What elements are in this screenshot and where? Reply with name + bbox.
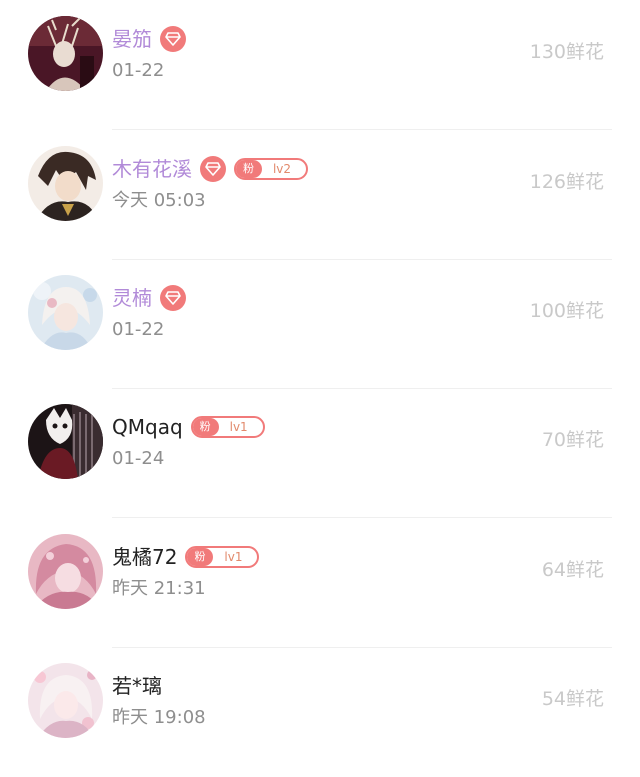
flower-count: 100鲜花 <box>529 300 604 322</box>
avatar-portrait-icon <box>28 663 103 738</box>
diamond-vip-icon <box>160 26 186 52</box>
avatar-portrait-icon <box>28 534 103 609</box>
fan-badge: 粉 lv1 <box>190 416 265 438</box>
list-item[interactable]: 晏笳 01-22 130鲜花 <box>0 0 640 130</box>
gift-time: 昨天 21:31 <box>112 578 206 599</box>
diamond-vip-icon <box>160 285 186 311</box>
list-item[interactable]: 若*璃 昨天 19:08 54鲜花 <box>0 647 640 777</box>
flower-count: 54鲜花 <box>541 688 604 710</box>
user-name[interactable]: 晏笳 <box>112 22 152 56</box>
user-avatar[interactable] <box>28 146 103 221</box>
gift-time: 昨天 19:08 <box>112 707 206 728</box>
list-item[interactable]: 鬼橘72 粉 lv1 昨天 21:31 64鲜花 <box>0 518 640 648</box>
flower-count: 64鲜花 <box>541 559 604 581</box>
list-item[interactable]: 灵楠 01-22 100鲜花 <box>0 259 640 389</box>
fan-badge: 粉 lv1 <box>185 546 260 568</box>
user-name[interactable]: 木有花溪 <box>112 152 192 186</box>
avatar-portrait-icon <box>28 404 103 479</box>
user-name[interactable]: 灵楠 <box>112 281 152 315</box>
diamond-vip-icon <box>200 156 226 182</box>
user-name[interactable]: 鬼橘72 <box>112 540 177 574</box>
fan-badge-tag: 粉 <box>236 160 262 178</box>
list-item[interactable]: 木有花溪 粉 lv2 今天 05:03 126鲜花 <box>0 130 640 260</box>
user-name[interactable]: 若*璃 <box>112 669 162 703</box>
gift-time: 今天 05:03 <box>112 190 206 211</box>
user-avatar[interactable] <box>28 404 103 479</box>
gift-time: 01-22 <box>112 319 165 340</box>
avatar-portrait-icon <box>28 275 103 350</box>
user-avatar[interactable] <box>28 16 103 91</box>
flower-count: 70鲜花 <box>541 429 604 451</box>
flower-count: 130鲜花 <box>529 41 604 63</box>
user-avatar[interactable] <box>28 534 103 609</box>
avatar-portrait-icon <box>28 16 103 91</box>
user-name[interactable]: QMqaq <box>112 410 183 444</box>
fan-badge: 粉 lv2 <box>234 158 308 180</box>
flower-count: 126鲜花 <box>529 171 604 193</box>
fan-badge-level: lv1 <box>229 420 248 434</box>
fan-badge-tag: 粉 <box>192 418 219 436</box>
gift-time: 01-24 <box>112 448 165 469</box>
user-avatar[interactable] <box>28 663 103 738</box>
list-item[interactable]: QMqaq 粉 lv1 01-24 70鲜花 <box>0 388 640 518</box>
user-avatar[interactable] <box>28 275 103 350</box>
flower-ranking-list: 晏笳 01-22 130鲜花 木有花溪 粉 lv2 今天 05:03 126鲜花… <box>0 0 640 773</box>
gift-time: 01-22 <box>112 60 165 81</box>
fan-badge-level: lv1 <box>224 550 243 564</box>
fan-badge-level: lv2 <box>272 162 292 176</box>
fan-badge-tag: 粉 <box>187 548 214 566</box>
avatar-portrait-icon <box>28 146 103 221</box>
